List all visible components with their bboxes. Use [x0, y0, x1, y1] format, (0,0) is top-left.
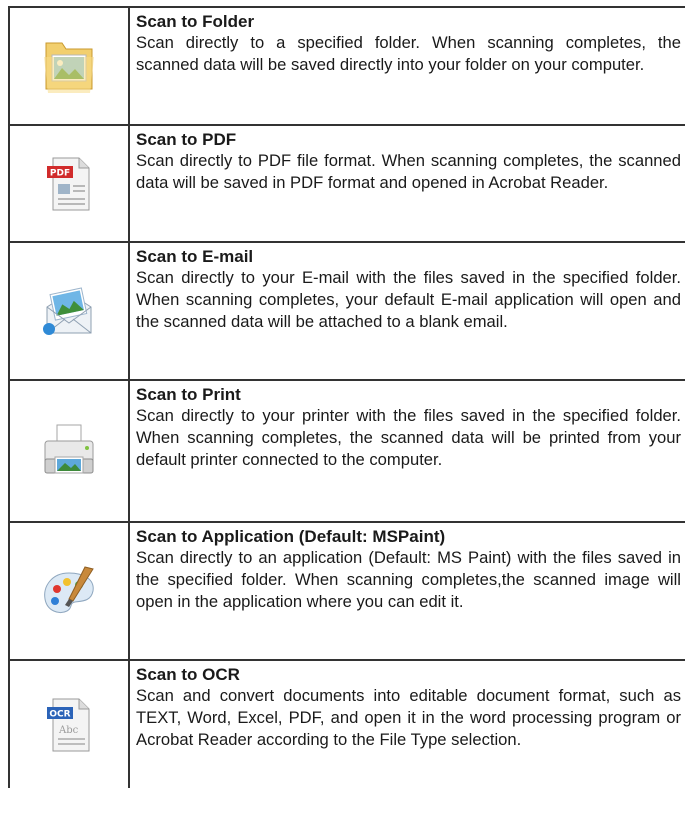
- text-cell: Scan to E-mail Scan directly to your E-m…: [130, 243, 685, 379]
- entry-title: Scan to Application (Default: MSPaint): [136, 527, 446, 546]
- entry-title: Scan to Print: [136, 385, 241, 404]
- scan-to-pdf-row: PDF Scan to PDF Scan directly to PDF fil…: [8, 126, 685, 243]
- scan-to-print-row: Scan to Print Scan directly to your prin…: [8, 381, 685, 523]
- ocr-document-icon: OCR Abc: [43, 695, 95, 755]
- svg-text:PDF: PDF: [50, 168, 70, 178]
- icon-cell: [8, 523, 130, 659]
- entry-description: Scan and convert documents into editable…: [136, 686, 681, 749]
- scan-to-ocr-row: OCR Abc Scan to OCR Scan and convert doc…: [8, 661, 685, 788]
- icon-cell: [8, 243, 130, 379]
- entry-title: Scan to PDF: [136, 130, 237, 149]
- icon-cell: [8, 381, 130, 521]
- scan-to-application-row: Scan to Application (Default: MSPaint) S…: [8, 523, 685, 661]
- entry-description: Scan directly to a specified folder. Whe…: [136, 33, 681, 74]
- icon-cell: OCR Abc: [8, 661, 130, 788]
- text-cell: Scan to Print Scan directly to your prin…: [130, 381, 685, 521]
- text-cell: Scan to Application (Default: MSPaint) S…: [130, 523, 685, 659]
- scan-to-folder-row: Scan to Folder Scan directly to a specif…: [8, 6, 685, 126]
- text-cell: Scan to PDF Scan directly to PDF file fo…: [130, 126, 685, 241]
- text-cell: Scan to OCR Scan and convert documents i…: [130, 661, 685, 788]
- scan-options-table: Scan to Folder Scan directly to a specif…: [8, 0, 685, 788]
- entry-description: Scan directly to your E-mail with the fi…: [136, 268, 681, 331]
- text-cell: Scan to Folder Scan directly to a specif…: [130, 8, 685, 124]
- entry-title: Scan to OCR: [136, 665, 240, 684]
- svg-text:OCR: OCR: [49, 709, 70, 719]
- entry-description: Scan directly to PDF file format. When s…: [136, 151, 681, 192]
- entry-description: Scan directly to your printer with the f…: [136, 406, 681, 469]
- scan-to-email-row: Scan to E-mail Scan directly to your E-m…: [8, 243, 685, 381]
- entry-title: Scan to Folder: [136, 12, 255, 31]
- entry-description: Scan directly to an application (Default…: [136, 548, 681, 611]
- folder-picture-icon: [40, 35, 98, 97]
- icon-cell: PDF: [8, 126, 130, 241]
- icon-cell: [8, 8, 130, 124]
- printer-icon: [39, 421, 99, 481]
- paint-palette-icon: [39, 561, 99, 621]
- email-envelope-icon: [39, 281, 99, 341]
- pdf-document-icon: PDF: [43, 154, 95, 214]
- entry-title: Scan to E-mail: [136, 247, 254, 266]
- svg-text:Abc: Abc: [58, 725, 79, 736]
